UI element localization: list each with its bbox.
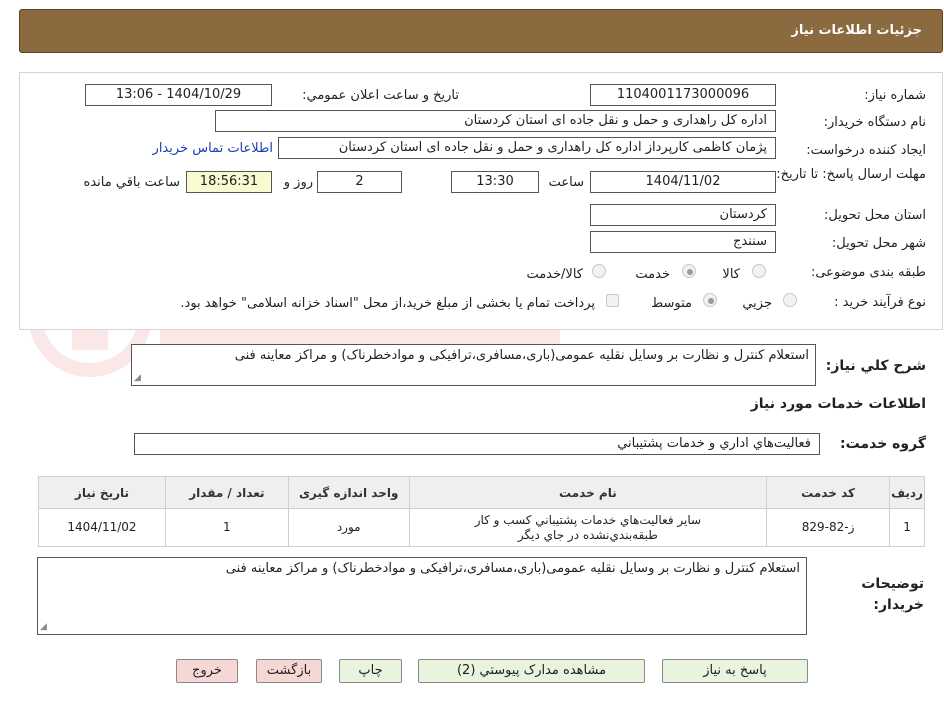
remaining-timer: 18:56:31: [186, 171, 272, 193]
back-button[interactable]: بازگشت: [256, 659, 322, 683]
need-number-label: شماره نياز:: [864, 88, 926, 103]
buyer-contact-link[interactable]: اطلاعات تماس خريدار: [153, 141, 273, 156]
category-option-goods-service: کالا/خدمت: [526, 267, 583, 282]
treasury-checkbox[interactable]: [606, 294, 619, 307]
cell-index: 1: [889, 508, 925, 547]
reply-button[interactable]: پاسخ به نياز: [662, 659, 808, 683]
col-quantity: تعداد / مقدار: [164, 476, 289, 509]
col-index: رديف: [889, 476, 925, 509]
service-group-label: گروه خدمت:: [840, 436, 926, 452]
deadline-time-word: ساعت: [548, 175, 584, 190]
days-word: روز و: [283, 175, 313, 190]
cell-name: ساير فعاليت‌هاي خدمات پشتيباني کسب و کار…: [408, 508, 768, 547]
category-option-service: خدمت: [635, 267, 670, 282]
buyer-notes-textarea[interactable]: استعلام کنترل و نظارت بر وسایل نقلیه عمو…: [37, 557, 807, 635]
announce-date-label: تاريخ و ساعت اعلان عمومي:: [302, 88, 459, 103]
city-label: شهر محل تحويل:: [831, 236, 926, 251]
cell-quantity: 1: [164, 508, 289, 547]
col-code: کد خدمت: [766, 476, 891, 509]
remaining-word: ساعت باقي مانده: [83, 175, 180, 190]
summary-textarea[interactable]: استعلام کنترل و نظارت بر وسایل نقلیه عمو…: [131, 344, 816, 386]
summary-text: استعلام کنترل و نظارت بر وسایل نقلیه عمو…: [234, 348, 809, 363]
city-field: سنندج: [590, 231, 776, 253]
buyer-org-label: نام دستگاه خريدار:: [823, 115, 926, 130]
purchase-radio-medium[interactable]: [703, 293, 717, 307]
purchase-option-medium: متوسط: [651, 296, 692, 311]
category-radio-service[interactable]: [682, 264, 696, 278]
services-table: رديف کد خدمت نام خدمت واحد اندازه گيری ت…: [38, 476, 925, 547]
creator-label: ايجاد کننده درخواست:: [806, 143, 926, 158]
print-button[interactable]: چاپ: [339, 659, 402, 683]
category-radio-goods-service[interactable]: [592, 264, 606, 278]
summary-label: شرح کلي نياز:: [825, 358, 926, 374]
deadline-label: مهلت ارسال پاسخ: تا تاريخ:: [776, 167, 926, 182]
services-table-header: رديف کد خدمت نام خدمت واحد اندازه گيری ت…: [38, 476, 925, 509]
need-number-field: 1104001173000096: [590, 84, 776, 106]
col-unit: واحد اندازه گيری: [287, 476, 410, 509]
announce-date-field: 1404/10/29 - 13:06: [85, 84, 272, 106]
view-attachments-button[interactable]: مشاهده مدارک پيوستي (2): [418, 659, 645, 683]
purchase-radio-minor[interactable]: [783, 293, 797, 307]
category-radio-goods[interactable]: [752, 264, 766, 278]
col-date: تاريخ نياز: [38, 476, 166, 509]
buyer-org-field: اداره کل راهداری و حمل و نقل جاده ای است…: [215, 110, 776, 132]
creator-field: پژمان کاظمی کارپرداز اداره کل راهداری و …: [278, 137, 776, 159]
province-label: استان محل تحويل:: [824, 208, 926, 223]
cell-code: ز-82-829: [766, 508, 891, 547]
col-name: نام خدمت: [408, 476, 768, 509]
cell-unit: مورد: [287, 508, 410, 547]
buyer-notes-label-line2: خريدار:: [873, 597, 924, 613]
treasury-note: پرداخت تمام يا بخشی از مبلغ خريد،از محل …: [180, 296, 595, 311]
days-remaining-field: 2: [317, 171, 402, 193]
resize-grip-icon[interactable]: ◢: [134, 373, 141, 383]
deadline-time-field: 13:30: [451, 171, 539, 193]
purchase-type-label: نوع فرآیند خرید :: [834, 295, 926, 310]
province-field: کردستان: [590, 204, 776, 226]
page-header: جزئيات اطلاعات نياز: [19, 9, 943, 53]
page-title: جزئيات اطلاعات نياز: [791, 23, 922, 38]
table-row: 1 ز-82-829 ساير فعاليت‌هاي خدمات پشتيبان…: [38, 508, 925, 547]
cell-name-line1: ساير فعاليت‌هاي خدمات پشتيباني کسب و کار: [474, 512, 702, 527]
cell-name-line2: طبقه‌بندي‌نشده در جاي ديگر: [517, 527, 658, 542]
services-section-title: اطلاعات خدمات مورد نياز: [750, 396, 926, 412]
cell-date: 1404/11/02: [38, 508, 166, 547]
purchase-option-minor: جزيي: [742, 296, 772, 311]
category-label: طبقه بندی موضوعی:: [810, 265, 926, 280]
buyer-notes-text: استعلام کنترل و نظارت بر وسایل نقلیه عمو…: [225, 561, 800, 576]
service-group-field: فعاليت‌هاي اداري و خدمات پشتيباني: [134, 433, 820, 455]
buyer-notes-label-line1: توضيحات: [861, 576, 924, 592]
resize-grip-icon[interactable]: ◢: [40, 622, 47, 632]
deadline-date-field: 1404/11/02: [590, 171, 776, 193]
category-option-goods: کالا: [722, 267, 740, 282]
exit-button[interactable]: خروج: [176, 659, 238, 683]
